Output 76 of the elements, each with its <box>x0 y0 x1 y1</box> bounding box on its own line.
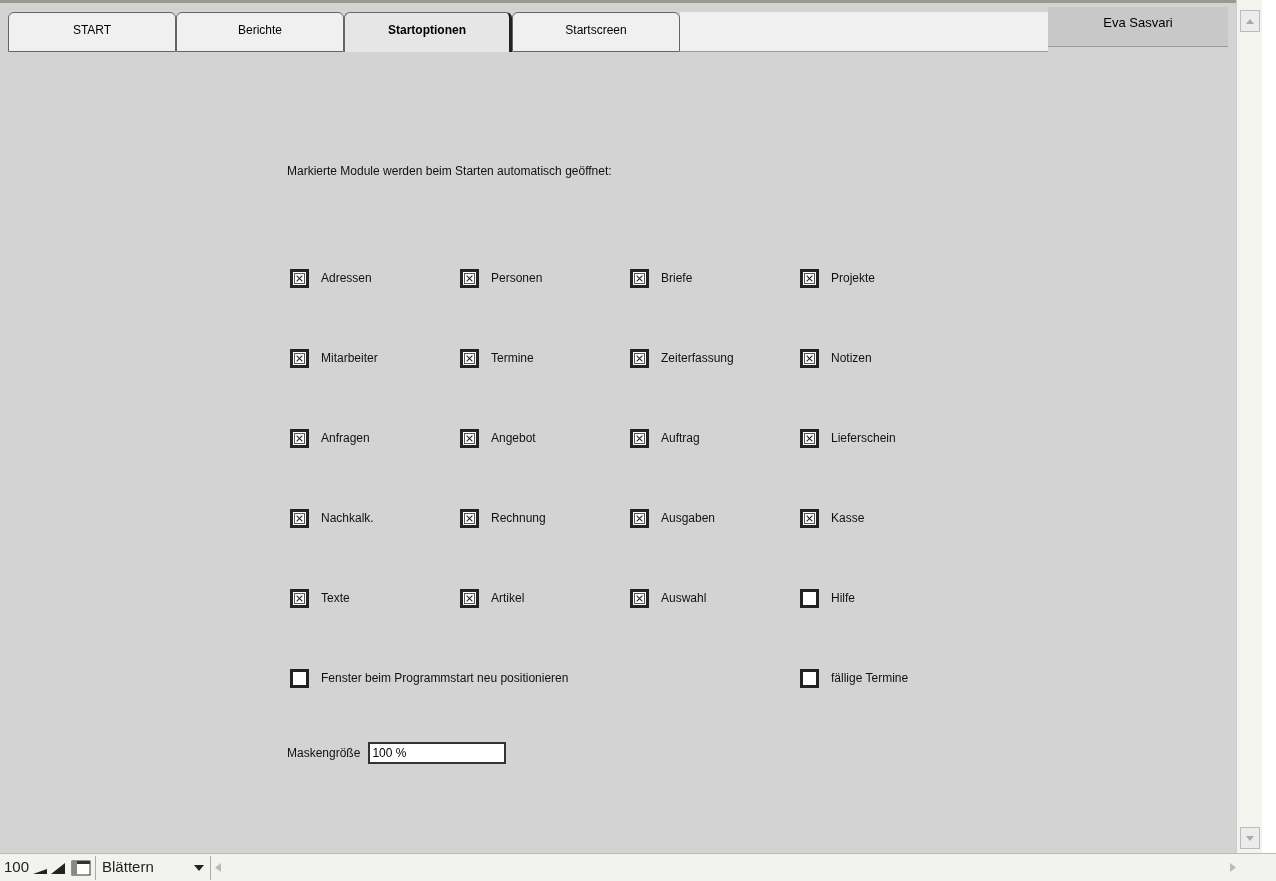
checkbox[interactable] <box>290 428 309 448</box>
checkbox[interactable] <box>630 508 649 528</box>
checkbox-label: Angebot <box>491 430 536 447</box>
zoom-level: 100 <box>3 857 31 878</box>
checkbox[interactable] <box>800 668 819 688</box>
checkbox[interactable] <box>800 588 819 608</box>
checkbox-label: Briefe <box>661 270 693 287</box>
checkbox-label: Texte <box>321 590 350 607</box>
checkbox-label: Auswahl <box>661 590 707 607</box>
check-x-icon <box>634 592 645 604</box>
mode-dropdown[interactable]: Blättern <box>95 855 211 880</box>
checkbox[interactable] <box>290 268 309 288</box>
check-x-icon <box>464 592 475 604</box>
check-x-icon <box>804 272 815 284</box>
check-x-icon <box>464 272 475 284</box>
checkbox-label: fällige Termine <box>831 670 909 687</box>
checkbox-label: Rechnung <box>491 510 546 527</box>
checkbox[interactable] <box>630 588 649 608</box>
intro-text: Markierte Module werden beim Starten automatisch geöffnet: <box>287 163 613 180</box>
check-x-icon <box>634 352 645 364</box>
dropdown-arrow-icon <box>194 864 205 871</box>
check-x-icon <box>804 512 815 524</box>
checkbox[interactable] <box>800 268 819 288</box>
tab[interactable]: Startscreen <box>512 12 680 52</box>
checkbox-label: Auftrag <box>661 430 700 447</box>
checkbox[interactable] <box>630 268 649 288</box>
checkbox-label: Zeiterfassung <box>661 350 734 367</box>
field-label: Maskengröße <box>287 745 361 762</box>
checkbox-label: Notizen <box>831 350 872 367</box>
checkbox-label: Projekte <box>831 270 876 287</box>
checkbox[interactable] <box>460 508 479 528</box>
checkbox-label: Nachkalk. <box>321 510 374 527</box>
checkbox-label: Anfragen <box>321 430 370 447</box>
checkbox-label: Mitarbeiter <box>321 350 378 367</box>
check-x-icon <box>294 352 305 364</box>
checkbox-label: Kasse <box>831 510 865 527</box>
check-x-icon <box>464 512 475 524</box>
checkbox[interactable] <box>460 588 479 608</box>
check-x-icon <box>294 432 305 444</box>
check-x-icon <box>634 432 645 444</box>
check-x-icon <box>804 352 815 364</box>
checkbox-label: Lieferschein <box>831 430 896 447</box>
zoom-in-icon[interactable] <box>49 860 68 875</box>
checkbox[interactable] <box>630 428 649 448</box>
check-x-icon <box>294 592 305 604</box>
checkbox[interactable] <box>630 348 649 368</box>
checkbox[interactable] <box>290 588 309 608</box>
user-name: Eva Sasvari <box>1048 7 1228 47</box>
checkbox[interactable] <box>800 348 819 368</box>
checkbox-label: Personen <box>491 270 543 287</box>
checkbox[interactable] <box>290 348 309 368</box>
checkbox-label: Adressen <box>321 270 372 287</box>
checkbox-label: Artikel <box>491 590 525 607</box>
checkbox[interactable] <box>290 668 309 688</box>
checkbox-label: Ausgaben <box>661 510 716 527</box>
check-x-icon <box>294 272 305 284</box>
checkbox-label: Fenster beim Programmstart neu positionieren <box>321 670 569 687</box>
mask-size-field[interactable]: 100 % <box>368 742 507 764</box>
check-x-icon <box>294 512 305 524</box>
check-x-icon <box>464 352 475 364</box>
check-x-icon <box>634 272 645 284</box>
checkbox[interactable] <box>800 428 819 448</box>
tab[interactable]: Startoptionen <box>344 12 512 52</box>
check-x-icon <box>804 432 815 444</box>
checkbox[interactable] <box>800 508 819 528</box>
tab[interactable]: Berichte <box>176 12 344 52</box>
layout-icon[interactable] <box>71 859 92 876</box>
tab[interactable]: START <box>8 12 176 52</box>
checkbox[interactable] <box>460 348 479 368</box>
checkbox[interactable] <box>460 268 479 288</box>
checkbox-label: Hilfe <box>831 590 855 607</box>
check-x-icon <box>634 512 645 524</box>
checkbox[interactable] <box>290 508 309 528</box>
check-x-icon <box>464 432 475 444</box>
checkbox-label: Termine <box>491 350 534 367</box>
checkbox[interactable] <box>460 428 479 448</box>
